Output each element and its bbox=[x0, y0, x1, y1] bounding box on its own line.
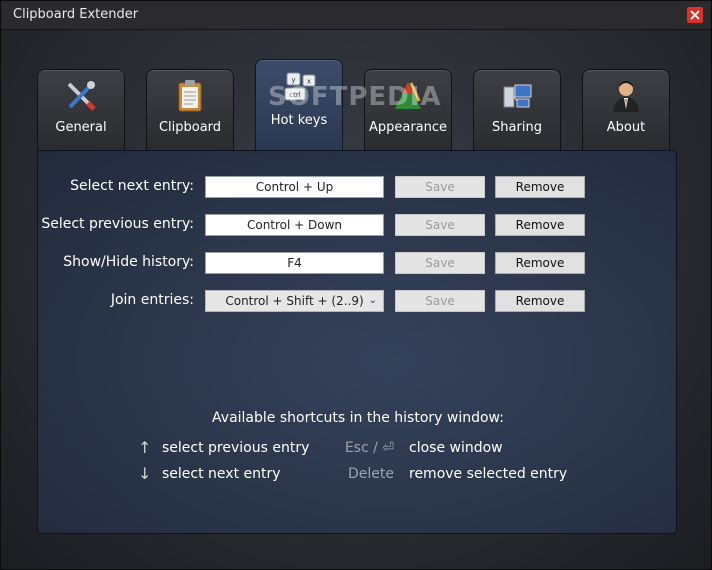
tab-sharing[interactable]: Sharing bbox=[473, 69, 561, 153]
hotkey-field-previous-entry[interactable]: Control + Down bbox=[205, 214, 384, 236]
shortcut-key: Esc / ⏎ bbox=[344, 440, 394, 456]
tab-general[interactable]: General bbox=[37, 69, 125, 153]
arrow-down-icon: ↓ bbox=[138, 464, 152, 483]
arrow-up-icon: ↑ bbox=[138, 438, 152, 457]
hotkey-field-show-hide-history[interactable]: F4 bbox=[205, 252, 384, 274]
person-icon bbox=[613, 81, 639, 112]
shortcut-key: Delete bbox=[348, 466, 394, 482]
remove-button[interactable]: Remove bbox=[495, 214, 585, 236]
remove-button[interactable]: Remove bbox=[495, 176, 585, 198]
save-button[interactable]: Save bbox=[395, 214, 485, 236]
tab-about[interactable]: About bbox=[582, 69, 670, 153]
tab-label: General bbox=[55, 120, 107, 135]
chevron-down-icon: ⌄ bbox=[368, 295, 377, 306]
tab-clipboard[interactable]: Clipboard bbox=[146, 69, 234, 153]
tab-label: About bbox=[606, 120, 646, 135]
hotkey-field-next-entry[interactable]: Control + Up bbox=[205, 176, 384, 198]
tab-label: Clipboard bbox=[158, 120, 222, 135]
remove-button[interactable]: Remove bbox=[495, 252, 585, 274]
hotkey-label: Show/Hide history: bbox=[63, 254, 194, 270]
tab-label: Appearance bbox=[368, 120, 448, 135]
shortcut-action: close window bbox=[409, 440, 503, 456]
shortcut-action: select next entry bbox=[162, 466, 281, 482]
network-computers-icon bbox=[503, 84, 532, 108]
window-title: Clipboard Extender bbox=[13, 7, 139, 22]
close-button[interactable] bbox=[687, 7, 703, 23]
shortcuts-title: Available shortcuts in the history windo… bbox=[212, 410, 504, 426]
app-window: Clipboard Extender General Clipboard y x… bbox=[0, 0, 712, 570]
remove-button[interactable]: Remove bbox=[495, 290, 585, 312]
shortcut-action: select previous entry bbox=[162, 440, 310, 456]
shortcut-action: remove selected entry bbox=[409, 466, 568, 482]
clipboard-icon bbox=[178, 80, 202, 112]
hotkey-label: Select previous entry: bbox=[41, 216, 194, 232]
hotkey-label: Select next entry: bbox=[70, 178, 194, 194]
tab-label: Hot keys bbox=[270, 113, 328, 128]
save-button[interactable]: Save bbox=[395, 290, 485, 312]
title-bar: Clipboard Extender bbox=[1, 1, 711, 30]
tools-icon bbox=[67, 81, 96, 111]
tab-label: Sharing bbox=[492, 120, 542, 135]
close-icon bbox=[690, 10, 700, 20]
hotkey-label: Join entries: bbox=[110, 292, 194, 308]
hot-keys-panel: Select next entry: Control + Up Save Rem… bbox=[37, 150, 677, 534]
save-button[interactable]: Save bbox=[395, 252, 485, 274]
watermark: SOFTPEDIA bbox=[268, 82, 442, 112]
join-entries-select[interactable]: Control + Shift + (2..9) ⌄ bbox=[205, 290, 384, 312]
join-entries-value: Control + Shift + (2..9) bbox=[225, 294, 364, 308]
save-button[interactable]: Save bbox=[395, 176, 485, 198]
